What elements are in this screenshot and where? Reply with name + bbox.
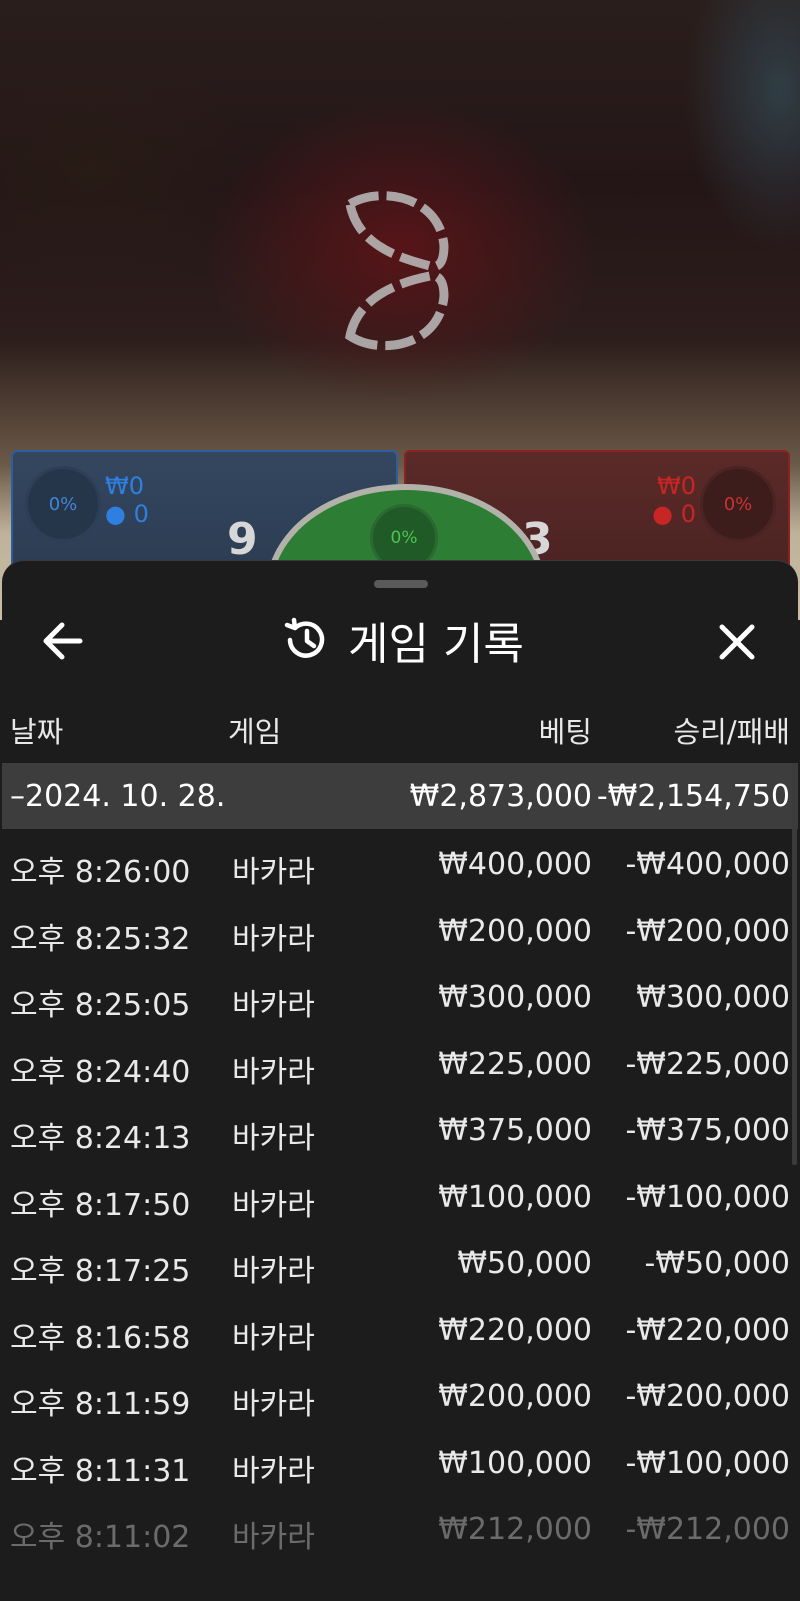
row-game: 바카라 xyxy=(232,1121,315,1156)
table-row[interactable]: 오후 8:17:50 바카라 ₩100,000 -₩100,000 xyxy=(2,1162,798,1229)
row-game: 바카라 xyxy=(232,1054,315,1090)
row-game: 바카라 xyxy=(232,1187,315,1223)
row-game: 바카라 xyxy=(232,921,315,957)
row-time: 오후 8:26:00 xyxy=(10,855,191,890)
row-game: 바카라 xyxy=(232,855,315,890)
row-time: 오후 8:16:58 xyxy=(10,1320,191,1356)
table-header: 날짜 게임 베팅 승리/패배 xyxy=(2,709,798,749)
drag-handle[interactable] xyxy=(374,580,428,588)
loading-logo-icon xyxy=(344,191,449,351)
row-win-loss: -₩225,000 xyxy=(625,1046,790,1082)
person-icon: ● xyxy=(652,500,674,528)
row-win-loss: ₩300,000 xyxy=(636,980,790,1015)
row-win-loss: -₩212,000 xyxy=(625,1512,790,1547)
player-count: 0 xyxy=(133,500,149,528)
sheet-title-group: 게임 기록 xyxy=(282,615,524,670)
history-list: 오후 8:26:00 바카라 ₩400,000 -₩400,000 오후 8:25:3… xyxy=(2,829,798,1561)
row-time: 오후 8:11:02 xyxy=(10,1520,191,1555)
row-bet: ₩200,000 xyxy=(438,913,592,949)
row-time: 오후 8:25:32 xyxy=(10,921,191,957)
table-row[interactable]: 오후 8:17:25 바카라 ₩50,000 -₩50,000 xyxy=(2,1228,798,1295)
banker-amount: ₩0 xyxy=(657,472,696,500)
banker-count: 0 xyxy=(680,500,696,528)
player-percent: 0% xyxy=(48,493,78,515)
row-win-loss: -₩200,000 xyxy=(625,913,790,949)
row-time: 오후 8:17:25 xyxy=(10,1254,191,1289)
row-time: 오후 8:24:13 xyxy=(10,1121,191,1156)
row-bet: ₩225,000 xyxy=(438,1046,592,1082)
sheet-title: 게임 기록 xyxy=(348,619,524,670)
table-row[interactable]: 오후 8:25:05 바카라 ₩300,000 ₩300,000 xyxy=(2,962,798,1029)
row-bet: ₩50,000 xyxy=(457,1246,592,1281)
table-row[interactable]: 오후 8:24:13 바카라 ₩375,000 -₩375,000 xyxy=(2,1095,798,1162)
player-percent-ring: 0% xyxy=(25,466,101,542)
row-time: 오후 8:24:40 xyxy=(10,1054,191,1090)
row-bet: ₩300,000 xyxy=(438,980,592,1015)
row-game: 바카라 xyxy=(232,988,315,1023)
row-win-loss: -₩220,000 xyxy=(625,1312,790,1348)
row-time: 오후 8:11:31 xyxy=(10,1453,191,1489)
row-game: 바카라 xyxy=(232,1453,315,1489)
player-stats: ₩0 ● 0 xyxy=(105,472,149,528)
column-bet[interactable]: 베팅 xyxy=(539,709,592,751)
row-win-loss: -₩375,000 xyxy=(625,1113,790,1148)
row-game: 바카라 xyxy=(232,1320,315,1356)
row-bet: ₩100,000 xyxy=(438,1179,592,1215)
row-bet: ₩375,000 xyxy=(438,1113,592,1148)
table-row[interactable]: 오후 8:11:02 바카라 ₩212,000 -₩212,000 xyxy=(2,1494,798,1561)
day-bet-total: ₩2,873,000 xyxy=(409,778,592,814)
row-win-loss: -₩100,000 xyxy=(625,1179,790,1215)
column-game[interactable]: 게임 xyxy=(228,709,281,751)
row-time: 오후 8:25:05 xyxy=(10,988,191,1023)
table-row[interactable]: 오후 8:24:40 바카라 ₩225,000 -₩225,000 xyxy=(2,1029,798,1096)
table-row[interactable]: 오후 8:26:00 바카라 ₩400,000 -₩400,000 xyxy=(2,829,798,896)
person-icon: ● xyxy=(105,500,126,528)
row-win-loss: -₩400,000 xyxy=(625,847,790,882)
column-win-loss[interactable]: 승리/패배 xyxy=(674,709,791,751)
banker-percent: 0% xyxy=(723,493,753,515)
day-date: –2024. 10. 28. xyxy=(10,778,226,814)
table-row[interactable]: 오후 8:16:58 바카라 ₩220,000 -₩220,000 xyxy=(2,1295,798,1362)
row-time: 오후 8:11:59 xyxy=(10,1387,191,1422)
row-win-loss: -₩200,000 xyxy=(625,1379,790,1414)
tie-percent: 0% xyxy=(390,528,418,548)
day-group-row[interactable]: –2024. 10. 28. ₩2,873,000 -₩2,154,750 xyxy=(2,763,798,829)
close-icon[interactable] xyxy=(714,619,760,665)
row-bet: ₩100,000 xyxy=(438,1445,592,1481)
row-win-loss: -₩50,000 xyxy=(644,1246,790,1281)
column-date[interactable]: 날짜 xyxy=(10,709,63,751)
row-bet: ₩220,000 xyxy=(438,1312,592,1348)
banker-stats: ₩0 ● 0 xyxy=(652,472,696,528)
table-row[interactable]: 오후 8:25:32 바카라 ₩200,000 -₩200,000 xyxy=(2,896,798,963)
sheet-header: 게임 기록 xyxy=(2,601,798,681)
history-icon xyxy=(284,617,325,658)
row-bet: ₩400,000 xyxy=(438,847,592,882)
row-bet: ₩200,000 xyxy=(438,1379,592,1414)
table-row[interactable]: 오후 8:11:31 바카라 ₩100,000 -₩100,000 xyxy=(2,1428,798,1495)
player-amount: ₩0 xyxy=(105,472,144,500)
row-win-loss: -₩100,000 xyxy=(625,1445,790,1481)
scrollbar[interactable] xyxy=(792,763,797,1165)
day-win-loss-total: -₩2,154,750 xyxy=(596,778,790,814)
arrow-left-icon[interactable] xyxy=(40,619,90,663)
player-score: 9 xyxy=(227,514,258,565)
game-history-sheet: 게임 기록 날짜 게임 베팅 승리/패배 –2024. 10. 28. ₩2,8… xyxy=(2,560,798,1601)
row-bet: ₩212,000 xyxy=(438,1512,592,1547)
row-game: 바카라 xyxy=(232,1387,315,1422)
banker-percent-ring: 0% xyxy=(700,466,776,542)
row-game: 바카라 xyxy=(232,1520,315,1555)
row-game: 바카라 xyxy=(232,1254,315,1289)
table-row[interactable]: 오후 8:11:59 바카라 ₩200,000 -₩200,000 xyxy=(2,1361,798,1428)
row-time: 오후 8:17:50 xyxy=(10,1187,191,1223)
